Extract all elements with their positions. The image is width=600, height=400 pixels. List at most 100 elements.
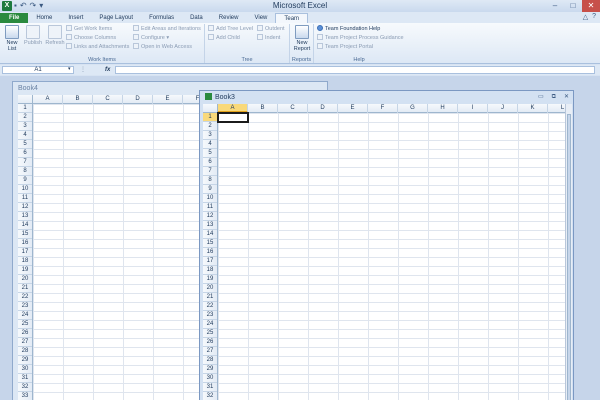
- row-header[interactable]: 20: [18, 275, 32, 284]
- column-header[interactable]: D: [123, 95, 153, 104]
- name-box[interactable]: A1: [2, 66, 74, 74]
- row-header[interactable]: 30: [203, 374, 217, 383]
- insert-function-button[interactable]: fx: [105, 65, 110, 75]
- row-header[interactable]: 15: [18, 230, 32, 239]
- help-icon[interactable]: ?: [592, 13, 596, 21]
- open-web-access-button[interactable]: Open in Web Access: [133, 43, 192, 51]
- row-header[interactable]: 1: [203, 113, 217, 122]
- edit-areas-iterations-button[interactable]: Edit Areas and Iterations: [133, 25, 201, 33]
- row-header[interactable]: 10: [203, 194, 217, 203]
- row-header[interactable]: 28: [18, 347, 32, 356]
- tab-data[interactable]: Data: [182, 13, 211, 23]
- tab-review[interactable]: Review: [211, 13, 247, 23]
- row-header[interactable]: 12: [203, 212, 217, 221]
- row-header[interactable]: 11: [203, 203, 217, 212]
- row-header[interactable]: 26: [18, 329, 32, 338]
- column-header[interactable]: A: [33, 95, 63, 104]
- row-header[interactable]: 4: [18, 131, 32, 140]
- row-header[interactable]: 6: [18, 149, 32, 158]
- column-header[interactable]: I: [458, 104, 488, 113]
- column-header[interactable]: H: [428, 104, 458, 113]
- add-tree-level-button[interactable]: Add Tree Level: [208, 25, 253, 33]
- maximize-button[interactable]: □: [564, 0, 582, 12]
- row-header[interactable]: 17: [203, 257, 217, 266]
- row-header[interactable]: 22: [18, 293, 32, 302]
- row-header[interactable]: 13: [18, 212, 32, 221]
- refresh-button[interactable]: Refresh: [44, 25, 66, 46]
- row-header[interactable]: 31: [18, 374, 32, 383]
- close-button[interactable]: ✕: [582, 0, 600, 12]
- row-header[interactable]: 25: [203, 329, 217, 338]
- row-header[interactable]: 22: [203, 302, 217, 311]
- row-header[interactable]: 17: [18, 248, 32, 257]
- new-report-button[interactable]: New Report: [292, 25, 312, 52]
- select-all-corner[interactable]: [203, 104, 218, 113]
- row-header[interactable]: 15: [203, 239, 217, 248]
- row-header[interactable]: 14: [18, 221, 32, 230]
- select-all-corner[interactable]: [18, 95, 33, 104]
- column-header[interactable]: C: [93, 95, 123, 104]
- row-header[interactable]: 6: [203, 158, 217, 167]
- column-header[interactable]: J: [488, 104, 518, 113]
- row-header[interactable]: 16: [18, 239, 32, 248]
- row-header[interactable]: 2: [203, 122, 217, 131]
- row-header[interactable]: 27: [203, 347, 217, 356]
- row-header[interactable]: 3: [18, 122, 32, 131]
- add-child-button[interactable]: Add Child: [208, 34, 240, 42]
- tab-home[interactable]: Home: [28, 13, 60, 23]
- row-header[interactable]: 26: [203, 338, 217, 347]
- tab-view[interactable]: View: [246, 13, 275, 23]
- row-header[interactable]: 29: [203, 365, 217, 374]
- row-header[interactable]: 13: [203, 221, 217, 230]
- book4-cell-grid[interactable]: [33, 104, 213, 400]
- book3-cell-grid[interactable]: [218, 113, 565, 400]
- book3-vertical-scrollbar[interactable]: [565, 104, 572, 400]
- row-header[interactable]: 8: [203, 176, 217, 185]
- column-header[interactable]: B: [63, 95, 93, 104]
- row-header[interactable]: 23: [18, 302, 32, 311]
- project-portal-button[interactable]: Team Project Portal: [317, 43, 373, 51]
- column-header[interactable]: B: [248, 104, 278, 113]
- row-header[interactable]: 3: [203, 131, 217, 140]
- team-foundation-help-button[interactable]: Team Foundation Help: [317, 25, 380, 33]
- tab-page-layout[interactable]: Page Layout: [91, 13, 141, 23]
- column-header[interactable]: G: [398, 104, 428, 113]
- configure-button[interactable]: Configure ▾: [133, 34, 169, 42]
- outdent-button[interactable]: Outdent: [257, 25, 285, 33]
- column-header[interactable]: L: [548, 104, 565, 113]
- formula-input[interactable]: [115, 66, 595, 74]
- row-header[interactable]: 20: [203, 284, 217, 293]
- row-header[interactable]: 7: [18, 158, 32, 167]
- row-header[interactable]: 23: [203, 311, 217, 320]
- row-header[interactable]: 31: [203, 383, 217, 392]
- row-header[interactable]: 1: [18, 104, 32, 113]
- book3-restore-button[interactable]: ⧉: [552, 91, 556, 104]
- column-header[interactable]: C: [278, 104, 308, 113]
- row-header[interactable]: 9: [18, 176, 32, 185]
- tab-formulas[interactable]: Formulas: [141, 13, 182, 23]
- tab-file[interactable]: File: [0, 13, 29, 23]
- row-header[interactable]: 27: [18, 338, 32, 347]
- row-header[interactable]: 18: [203, 266, 217, 275]
- row-header[interactable]: 5: [18, 140, 32, 149]
- row-header[interactable]: 21: [18, 284, 32, 293]
- column-header[interactable]: E: [338, 104, 368, 113]
- row-header[interactable]: 8: [18, 167, 32, 176]
- column-header[interactable]: D: [308, 104, 338, 113]
- tab-insert[interactable]: Insert: [60, 13, 91, 23]
- row-header[interactable]: 21: [203, 293, 217, 302]
- book3-scroll-thumb[interactable]: [567, 114, 571, 400]
- row-header[interactable]: 32: [18, 383, 32, 392]
- row-header[interactable]: 2: [18, 113, 32, 122]
- column-header[interactable]: K: [518, 104, 548, 113]
- links-attachments-button[interactable]: Links and Attachments: [66, 43, 129, 51]
- publish-button[interactable]: Publish: [22, 25, 44, 46]
- row-header[interactable]: 19: [18, 266, 32, 275]
- get-work-items-button[interactable]: Get Work Items: [66, 25, 112, 33]
- row-header[interactable]: 9: [203, 185, 217, 194]
- indent-button[interactable]: Indent: [257, 34, 280, 42]
- book3-window[interactable]: Book3 ▭ ⧉ ✕ ABCDEFGHIJKL 1 2 3 4 5 6 7 8 9 10 11 12…: [199, 90, 574, 400]
- row-header[interactable]: 30: [18, 365, 32, 374]
- row-header[interactable]: 14: [203, 230, 217, 239]
- row-header[interactable]: 10: [18, 185, 32, 194]
